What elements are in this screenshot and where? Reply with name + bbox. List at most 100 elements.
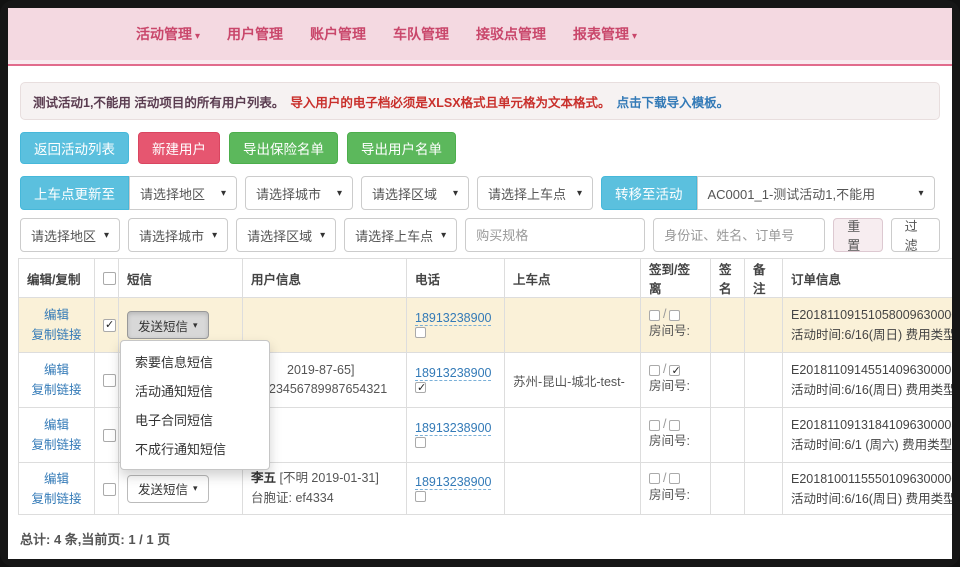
phone-link[interactable]: 18913238900	[415, 475, 491, 490]
phone-link[interactable]: 18913238900	[415, 421, 491, 436]
alert-title: 测试活动1,不能用 活动项目的所有用户列表。	[33, 92, 284, 111]
send-sms-label: 发送短信	[138, 479, 188, 498]
chevron-down-icon: ▾	[193, 483, 198, 494]
select-all-checkbox[interactable]	[103, 272, 116, 285]
select-value: 请选择地区	[31, 226, 96, 245]
city-select[interactable]: 请选择城市▾	[245, 176, 353, 210]
nav-shuttle-point-management[interactable]: 接驳点管理	[476, 24, 546, 44]
header-pickup-point: 上车点	[505, 259, 641, 298]
checkin-checkbox[interactable]	[649, 420, 660, 431]
order-info-cell: E201811091318410963000031 活动时间:6/1 (周六) …	[783, 408, 953, 463]
header-signature: 签名	[711, 259, 745, 298]
region-select[interactable]: 请选择地区▾	[129, 176, 237, 210]
select-value: 请选择上车点	[355, 226, 433, 245]
region-select-2[interactable]: 请选择地区 ▾	[20, 218, 120, 252]
row-checkbox[interactable]	[103, 319, 116, 332]
transfer-to-activity-button[interactable]: 转移至活动	[601, 176, 697, 210]
select-value: AC0001_1-测试活动1,不能用	[708, 184, 876, 203]
menu-item-activity-notice-sms[interactable]: 活动通知短信	[121, 376, 269, 405]
id-name-order-search-input[interactable]	[653, 218, 825, 252]
checkin-checkbox[interactable]	[649, 473, 660, 484]
edit-link[interactable]: 编辑	[27, 305, 86, 325]
edit-link[interactable]: 编辑	[27, 360, 86, 380]
header-edit-copy: 编辑/复制	[19, 259, 95, 298]
phone-checkbox[interactable]	[415, 491, 426, 502]
order-number: E201811091455140963000019	[791, 360, 952, 380]
target-activity-select[interactable]: AC0001_1-测试活动1,不能用▾	[697, 176, 935, 210]
menu-item-cancel-notice-sms[interactable]: 不成行通知短信	[121, 434, 269, 463]
nav-user-management[interactable]: 用户管理	[227, 24, 283, 44]
district-select-2[interactable]: 请选择区域▾	[236, 218, 336, 252]
checkout-checkbox[interactable]	[669, 365, 680, 376]
copy-link[interactable]: 复制链接	[27, 489, 86, 509]
checkin-checkbox[interactable]	[649, 365, 660, 376]
checkout-checkbox[interactable]	[669, 420, 680, 431]
purchase-spec-input[interactable]	[465, 218, 645, 252]
pickup-point-select[interactable]: 请选择上车点▾	[477, 176, 593, 210]
pickup-cell	[505, 298, 641, 353]
header-note: 备注	[745, 259, 783, 298]
update-pickup-point-button[interactable]: 上车点更新至	[20, 176, 129, 210]
nav-account-management[interactable]: 账户管理	[310, 24, 366, 44]
checkin-checkbox[interactable]	[649, 310, 660, 321]
edit-copy-cell: 编辑 复制链接	[19, 408, 95, 463]
reset-button[interactable]: 重置	[833, 218, 882, 252]
copy-link[interactable]: 复制链接	[27, 325, 86, 345]
nav-accent-strip	[8, 60, 952, 66]
chevron-down-icon: ▾	[104, 230, 109, 241]
edit-link[interactable]: 编辑	[27, 415, 86, 435]
chevron-down-icon: ▾	[453, 188, 458, 199]
filter-button[interactable]: 过滤	[891, 218, 940, 252]
phone-checkbox[interactable]	[415, 327, 426, 338]
nav-label: 接驳点管理	[476, 26, 546, 42]
row-select-cell	[95, 408, 119, 463]
pickup-point-select-2[interactable]: 请选择上车点 ▾	[344, 218, 457, 252]
phone-link[interactable]: 18913238900	[415, 366, 491, 381]
nav-activity-management[interactable]: 活动管理▾	[136, 24, 200, 44]
send-sms-button[interactable]: 发送短信▾	[127, 311, 209, 339]
export-insurance-list-button[interactable]: 导出保险名单	[229, 132, 338, 164]
checkin-cell: / 房间号:	[641, 353, 711, 408]
pickup-update-filter-row: 上车点更新至 请选择地区▾ 请选择城市▾ 请选择区域▾ 请选择上车点▾ 转移至活…	[20, 176, 940, 210]
order-number: E2018110915105800963000025	[791, 305, 952, 325]
phone-checkbox[interactable]	[415, 382, 426, 393]
chevron-down-icon: ▾	[441, 230, 446, 241]
export-user-list-button[interactable]: 导出用户名单	[347, 132, 456, 164]
row-checkbox[interactable]	[103, 374, 116, 387]
row-checkbox[interactable]	[103, 483, 116, 496]
signature-cell	[711, 298, 745, 353]
send-sms-label: 发送短信	[138, 316, 188, 335]
checkout-checkbox[interactable]	[669, 310, 680, 321]
order-info-cell: E2018110915105800963000025 活动时间:6/16(周日)…	[783, 298, 953, 353]
menu-item-request-info-sms[interactable]: 索要信息短信	[121, 347, 269, 376]
pagination-summary: 总计: 4 条,当前页: 1 / 1 页	[20, 529, 952, 548]
chevron-down-icon: ▾	[320, 230, 325, 241]
checkout-checkbox[interactable]	[669, 473, 680, 484]
user-info-line1: 2019-87-65]	[287, 361, 398, 380]
row-checkbox[interactable]	[103, 429, 116, 442]
chevron-down-icon: ▾	[632, 31, 637, 42]
edit-link[interactable]: 编辑	[27, 469, 86, 489]
header-phone: 电话	[407, 259, 505, 298]
order-number: E201810011555010963000003	[791, 469, 952, 489]
new-user-button[interactable]: 新建用户	[138, 132, 220, 164]
phone-cell: 18913238900	[407, 298, 505, 353]
nav-report-management[interactable]: 报表管理▾	[573, 24, 637, 44]
nav-fleet-management[interactable]: 车队管理	[393, 24, 449, 44]
pickup-point-value: 苏州-昆山-城北-test-	[513, 375, 625, 389]
back-to-activity-list-button[interactable]: 返回活动列表	[20, 132, 129, 164]
phone-checkbox[interactable]	[415, 437, 426, 448]
phone-link[interactable]: 18913238900	[415, 311, 491, 326]
district-select[interactable]: 请选择区域▾	[361, 176, 469, 210]
menu-item-e-contract-sms[interactable]: 电子合同短信	[121, 405, 269, 434]
copy-link[interactable]: 复制链接	[27, 380, 86, 400]
send-sms-button[interactable]: 发送短信 ▾	[127, 475, 209, 503]
note-cell	[745, 298, 783, 353]
copy-link[interactable]: 复制链接	[27, 435, 86, 455]
nav-label: 车队管理	[393, 26, 449, 42]
user-name: 李五	[251, 471, 276, 485]
download-template-link[interactable]: 点击下载导入模板。	[617, 92, 730, 111]
select-value: 请选择上车点	[488, 184, 566, 203]
city-select-2[interactable]: 请选择城市▾	[128, 218, 228, 252]
user-info-line1: 李五 [不明 2019-01-31]	[251, 469, 398, 488]
